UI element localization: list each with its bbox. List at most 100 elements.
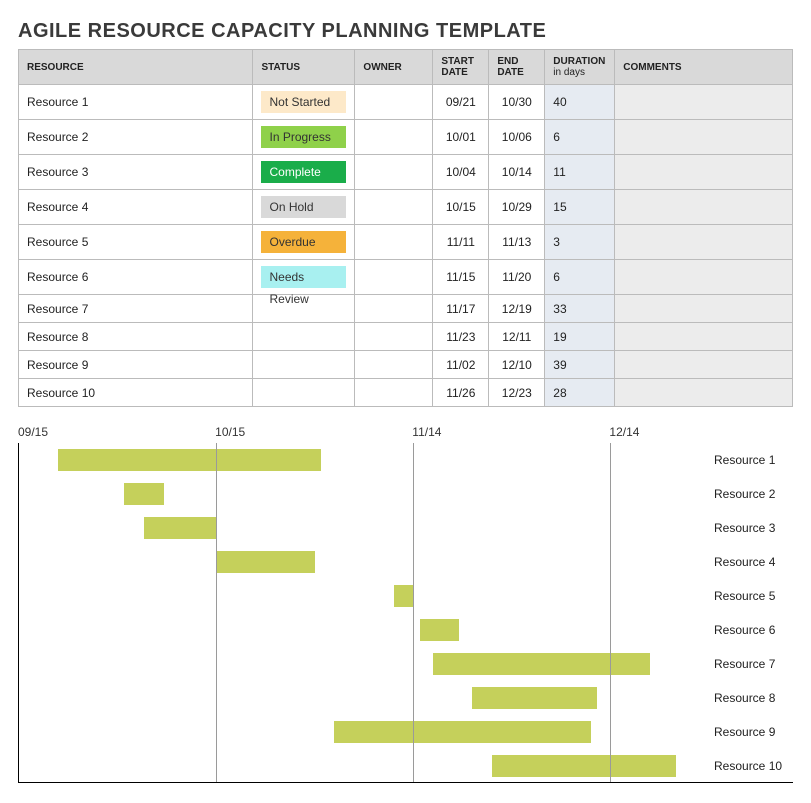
col-owner: OWNER bbox=[355, 50, 433, 85]
cell-comments[interactable] bbox=[615, 323, 793, 351]
cell-duration[interactable]: 28 bbox=[545, 379, 615, 407]
cell-duration[interactable]: 33 bbox=[545, 295, 615, 323]
gantt-row-label: Resource 8 bbox=[714, 681, 794, 715]
table-row: Resource 5Overdue 11/1111/133 bbox=[19, 225, 793, 260]
table-row: Resource 3Complete 10/0410/1411 bbox=[19, 155, 793, 190]
table-row: Resource 2In Progress 10/0110/066 bbox=[19, 120, 793, 155]
cell-resource[interactable]: Resource 2 bbox=[19, 120, 253, 155]
cell-owner[interactable] bbox=[355, 260, 433, 295]
cell-resource[interactable]: Resource 4 bbox=[19, 190, 253, 225]
cell-duration[interactable]: 11 bbox=[545, 155, 615, 190]
cell-comments[interactable] bbox=[615, 379, 793, 407]
cell-start-date[interactable]: 11/15 bbox=[433, 260, 489, 295]
cell-resource[interactable]: Resource 1 bbox=[19, 85, 253, 120]
gantt-bar bbox=[492, 755, 676, 777]
cell-comments[interactable] bbox=[615, 190, 793, 225]
gantt-plot-area: Resource 1Resource 2Resource 3Resource 4… bbox=[18, 443, 793, 783]
cell-resource[interactable]: Resource 6 bbox=[19, 260, 253, 295]
cell-status[interactable]: In Progress bbox=[253, 120, 355, 155]
cell-duration[interactable]: 40 bbox=[545, 85, 615, 120]
gantt-row-label: Resource 4 bbox=[714, 545, 794, 579]
cell-resource[interactable]: Resource 10 bbox=[19, 379, 253, 407]
col-resource: RESOURCE bbox=[19, 50, 253, 85]
cell-owner[interactable] bbox=[355, 295, 433, 323]
status-chip: Needs Review bbox=[261, 266, 346, 288]
cell-end-date[interactable]: 10/29 bbox=[489, 190, 545, 225]
cell-comments[interactable] bbox=[615, 260, 793, 295]
cell-owner[interactable] bbox=[355, 120, 433, 155]
cell-comments[interactable] bbox=[615, 85, 793, 120]
cell-start-date[interactable]: 11/11 bbox=[433, 225, 489, 260]
cell-start-date[interactable]: 10/15 bbox=[433, 190, 489, 225]
cell-resource[interactable]: Resource 7 bbox=[19, 295, 253, 323]
gantt-row-label: Resource 1 bbox=[714, 443, 794, 477]
cell-resource[interactable]: Resource 9 bbox=[19, 351, 253, 379]
cell-duration[interactable]: 19 bbox=[545, 323, 615, 351]
cell-end-date[interactable]: 10/30 bbox=[489, 85, 545, 120]
cell-status[interactable] bbox=[253, 379, 355, 407]
cell-status[interactable]: Overdue bbox=[253, 225, 355, 260]
cell-status[interactable]: Not Started bbox=[253, 85, 355, 120]
cell-end-date[interactable]: 10/06 bbox=[489, 120, 545, 155]
cell-comments[interactable] bbox=[615, 225, 793, 260]
cell-resource[interactable]: Resource 3 bbox=[19, 155, 253, 190]
cell-start-date[interactable]: 11/17 bbox=[433, 295, 489, 323]
cell-end-date[interactable]: 12/19 bbox=[489, 295, 545, 323]
cell-start-date[interactable]: 10/04 bbox=[433, 155, 489, 190]
cell-start-date[interactable]: 09/21 bbox=[433, 85, 489, 120]
cell-resource[interactable]: Resource 5 bbox=[19, 225, 253, 260]
cell-duration[interactable]: 6 bbox=[545, 260, 615, 295]
cell-comments[interactable] bbox=[615, 120, 793, 155]
cell-end-date[interactable]: 12/11 bbox=[489, 323, 545, 351]
gantt-row-label: Resource 6 bbox=[714, 613, 794, 647]
cell-start-date[interactable]: 10/01 bbox=[433, 120, 489, 155]
cell-comments[interactable] bbox=[615, 295, 793, 323]
cell-duration[interactable]: 15 bbox=[545, 190, 615, 225]
cell-start-date[interactable]: 11/23 bbox=[433, 323, 489, 351]
cell-owner[interactable] bbox=[355, 85, 433, 120]
gantt-row: Resource 4 bbox=[19, 545, 709, 579]
cell-comments[interactable] bbox=[615, 351, 793, 379]
gantt-row: Resource 8 bbox=[19, 681, 709, 715]
cell-owner[interactable] bbox=[355, 379, 433, 407]
gantt-row: Resource 7 bbox=[19, 647, 709, 681]
table-row: Resource 9 11/0212/1039 bbox=[19, 351, 793, 379]
cell-end-date[interactable]: 10/14 bbox=[489, 155, 545, 190]
gantt-row: Resource 6 bbox=[19, 613, 709, 647]
cell-status[interactable]: Needs Review bbox=[253, 260, 355, 295]
gantt-tick-label: 11/14 bbox=[412, 425, 441, 439]
gantt-row: Resource 5 bbox=[19, 579, 709, 613]
cell-owner[interactable] bbox=[355, 323, 433, 351]
cell-owner[interactable] bbox=[355, 190, 433, 225]
table-row: Resource 6 Needs Review 11/1511/206 bbox=[19, 260, 793, 295]
cell-duration[interactable]: 39 bbox=[545, 351, 615, 379]
cell-owner[interactable] bbox=[355, 155, 433, 190]
gantt-gridline bbox=[610, 443, 611, 782]
cell-resource[interactable]: Resource 8 bbox=[19, 323, 253, 351]
cell-duration[interactable]: 3 bbox=[545, 225, 615, 260]
cell-start-date[interactable]: 11/26 bbox=[433, 379, 489, 407]
gantt-bar bbox=[394, 585, 414, 607]
cell-owner[interactable] bbox=[355, 225, 433, 260]
gantt-bar bbox=[420, 619, 459, 641]
gantt-bar bbox=[124, 483, 163, 505]
table-row: Resource 7 11/1712/1933 bbox=[19, 295, 793, 323]
cell-start-date[interactable]: 11/02 bbox=[433, 351, 489, 379]
col-status: STATUS bbox=[253, 50, 355, 85]
table-row: Resource 1 Not Started 09/2110/3040 bbox=[19, 85, 793, 120]
cell-status[interactable]: On Hold bbox=[253, 190, 355, 225]
cell-end-date[interactable]: 11/13 bbox=[489, 225, 545, 260]
cell-duration[interactable]: 6 bbox=[545, 120, 615, 155]
cell-status[interactable]: Complete bbox=[253, 155, 355, 190]
cell-end-date[interactable]: 12/23 bbox=[489, 379, 545, 407]
gantt-row-label: Resource 3 bbox=[714, 511, 794, 545]
cell-status[interactable] bbox=[253, 323, 355, 351]
cell-comments[interactable] bbox=[615, 155, 793, 190]
status-chip: Not Started bbox=[261, 91, 346, 113]
cell-end-date[interactable]: 12/10 bbox=[489, 351, 545, 379]
cell-end-date[interactable]: 11/20 bbox=[489, 260, 545, 295]
cell-owner[interactable] bbox=[355, 351, 433, 379]
gantt-chart: 09/1510/1511/1412/14 Resource 1Resource … bbox=[18, 425, 793, 783]
table-row: Resource 10 11/2612/2328 bbox=[19, 379, 793, 407]
cell-status[interactable] bbox=[253, 351, 355, 379]
